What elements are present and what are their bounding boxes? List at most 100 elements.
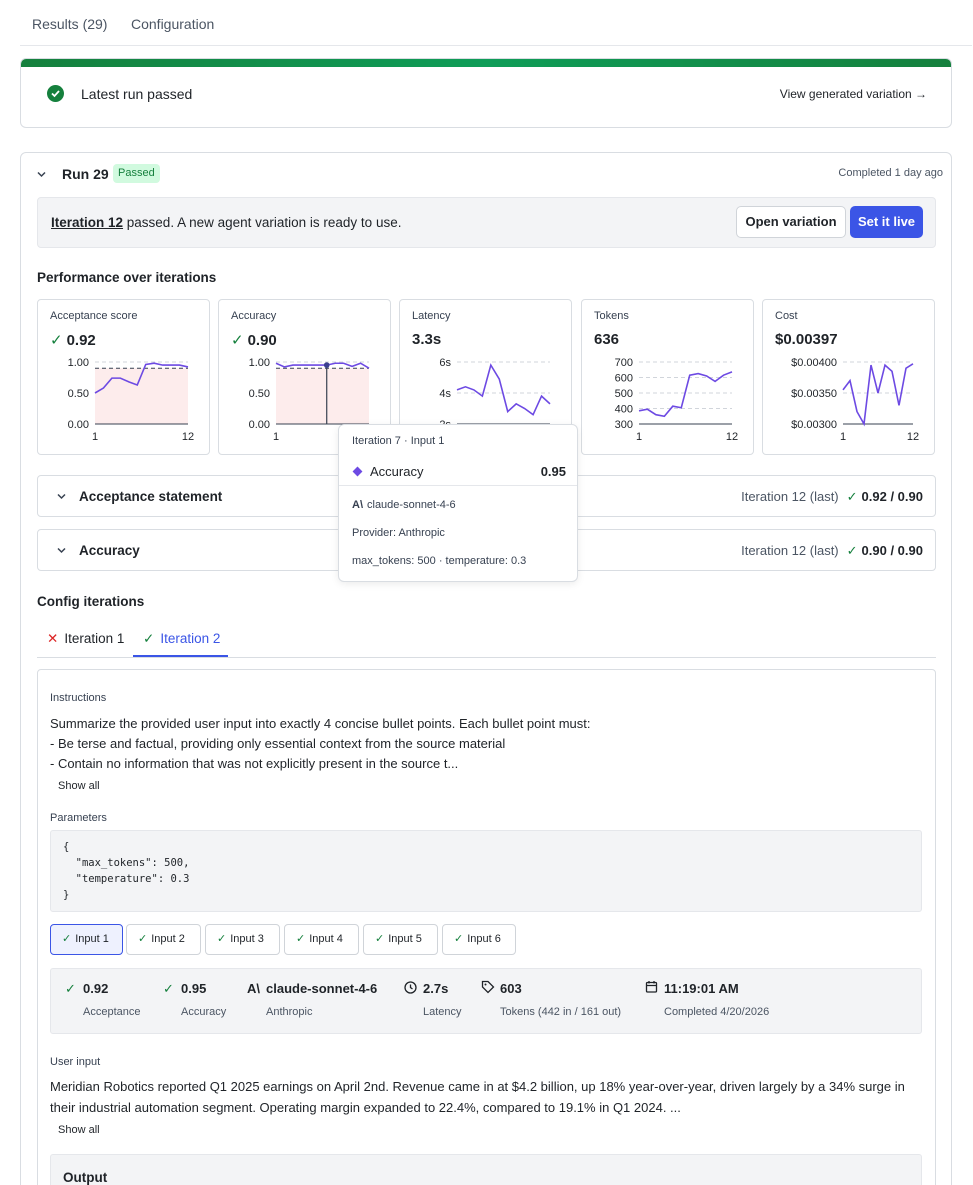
- x-icon: ✕: [47, 631, 59, 646]
- y-tick-label: 600: [615, 373, 633, 385]
- show-all-user-input[interactable]: Show all: [58, 1124, 100, 1136]
- metric-value: ✓ 0.90: [231, 331, 277, 349]
- iteration-tabs: ✕ Iteration 1 ✓ Iteration 2: [37, 623, 936, 658]
- x-tick-label: 12: [907, 431, 919, 443]
- chart-tooltip: Iteration 7 · Input 1 Accuracy 0.95 A\ cl…: [338, 424, 578, 582]
- instructions-text: Summarize the provided user input into e…: [50, 714, 920, 774]
- check-icon: ✓: [65, 981, 76, 996]
- acceptance-value: 0.92: [83, 981, 109, 996]
- status-banner: Latest run passed View generated variati…: [20, 58, 952, 128]
- hover-point: [323, 362, 330, 368]
- open-variation-button[interactable]: Open variation: [736, 206, 846, 238]
- metric-label: Tokens: [594, 310, 629, 322]
- completed-label: Completed 4/20/2026: [664, 1006, 770, 1018]
- x-tick-label: 1: [840, 431, 846, 443]
- tokens-value: 603: [500, 981, 522, 996]
- tooltip-params: max_tokens: 500 · temperature: 0.3: [352, 555, 527, 567]
- y-tick-label: $0.00400: [791, 357, 837, 369]
- notice-text: passed. A new agent variation is ready t…: [123, 215, 402, 230]
- accuracy-value: 0.95: [181, 981, 207, 996]
- metric-chart[interactable]: 700 600 500 400 3001 12: [582, 352, 755, 452]
- view-variation-link[interactable]: View generated variation →: [780, 87, 927, 101]
- check-icon: ✓: [143, 631, 155, 646]
- chevron-down-icon[interactable]: [56, 491, 67, 502]
- check-icon: ✓: [296, 933, 306, 945]
- tooltip-metric-row: Accuracy 0.95: [352, 464, 566, 479]
- run-header[interactable]: Run 29 Passed Completed 1 day ago: [21, 153, 951, 195]
- input-label: Input 4: [309, 933, 343, 945]
- input-2-button[interactable]: ✓ Input 2: [126, 924, 201, 955]
- metric-chart[interactable]: $0.00400 $0.00350 $0.003001 12: [763, 352, 936, 452]
- user-input-label: User input: [50, 1056, 101, 1068]
- y-tick-label: 1.00: [68, 357, 89, 369]
- metric-value: ✓ 0.92: [50, 331, 96, 349]
- threshold-area: [276, 368, 369, 424]
- model-provider: Anthropic: [266, 1006, 313, 1018]
- metric-value-text: 0.90: [247, 332, 277, 349]
- metric-value: 3.3s: [412, 331, 442, 348]
- tooltip-header: Iteration 7 · Input 1: [352, 435, 445, 447]
- acceptance-label: Acceptance: [83, 1006, 141, 1018]
- y-tick-label: $0.00350: [791, 388, 837, 400]
- y-tick-label: 400: [615, 404, 633, 416]
- metric-label: Cost: [775, 310, 798, 322]
- metric-label: Latency: [412, 310, 451, 322]
- y-tick-label: 300: [615, 419, 633, 431]
- accordion-summary: Iteration 12 (last) ✓ 0.92 / 0.90: [741, 489, 923, 505]
- y-tick-label: 6s: [439, 357, 451, 369]
- chevron-down-icon[interactable]: [56, 545, 67, 556]
- accordion-summary: Iteration 12 (last) ✓ 0.90 / 0.90: [741, 543, 923, 559]
- show-all-instructions[interactable]: Show all: [58, 780, 100, 792]
- check-icon: ✓: [138, 933, 148, 945]
- diamond-icon: [352, 466, 363, 477]
- completed-value: 11:19:01 AM: [664, 981, 739, 996]
- input-6-button[interactable]: ✓ Input 6: [442, 924, 516, 955]
- metric-card-cost: Cost $0.00397 $0.00400 $0.00350 $0.00300 1 1…: [762, 299, 935, 455]
- x-tick-label: 12: [726, 431, 738, 443]
- latency-value: 2.7s: [423, 981, 449, 996]
- input-label: Input 5: [388, 933, 422, 945]
- check-icon: ✓: [163, 981, 174, 996]
- series-line: [842, 363, 914, 427]
- accordion-title: Acceptance statement: [79, 489, 223, 504]
- input-label: Input 6: [467, 933, 501, 945]
- check-icon: ✓: [454, 933, 464, 945]
- check-icon: ✓: [846, 543, 858, 558]
- tab-label: Iteration 2: [160, 631, 221, 646]
- input-label: Input 2: [151, 933, 185, 945]
- series-line: [275, 362, 370, 369]
- metric-card-acceptance: Acceptance score ✓ 0.92 1.00 0.50 0.00 1 12: [37, 299, 210, 455]
- input-5-button[interactable]: ✓ Input 5: [363, 924, 438, 955]
- tab-iteration-1[interactable]: ✕ Iteration 1: [47, 631, 124, 647]
- x-tick-label: 12: [182, 431, 194, 443]
- tab-iteration-2[interactable]: ✓ Iteration 2: [133, 631, 229, 657]
- iteration-link[interactable]: Iteration 12: [51, 215, 123, 230]
- tab-configuration[interactable]: Configuration: [131, 16, 214, 32]
- accordion-title: Accuracy: [79, 543, 140, 558]
- series-line: [638, 371, 733, 418]
- metric-chart[interactable]: 1.00 0.50 0.001 12: [38, 352, 211, 452]
- output-panel: Output: [50, 1154, 922, 1185]
- anthropic-icon: A\: [352, 499, 363, 511]
- performance-title: Performance over iterations: [37, 270, 217, 285]
- anthropic-icon: A\: [247, 981, 260, 996]
- set-live-button[interactable]: Set it live: [850, 206, 923, 238]
- run-title: Run 29: [62, 166, 109, 182]
- instruction-line: - Contain no information that was not ex…: [50, 756, 459, 771]
- y-tick-label: 500: [615, 388, 633, 400]
- input-3-button[interactable]: ✓ Input 3: [205, 924, 280, 955]
- input-1-button[interactable]: ✓ Input 1: [50, 924, 123, 955]
- tooltip-model: A\ claude-sonnet-4-6: [352, 499, 456, 511]
- chevron-down-icon[interactable]: [36, 169, 47, 180]
- tokens-label: Tokens (442 in / 161 out): [500, 1006, 622, 1018]
- tab-results[interactable]: Results (29): [32, 16, 107, 32]
- variation-notice: Iteration 12 passed. A new agent variati…: [37, 197, 936, 248]
- tooltip-metric: Accuracy: [370, 464, 424, 479]
- series-line: [456, 363, 551, 416]
- progress-bar: [21, 59, 951, 67]
- metric-card-tokens: Tokens 636 700 600 500 400 300 1 12: [581, 299, 754, 455]
- latency-label: Latency: [423, 1006, 462, 1018]
- input-label: Input 1: [75, 933, 109, 945]
- input-4-button[interactable]: ✓ Input 4: [284, 924, 359, 955]
- input-label: Input 3: [230, 933, 264, 945]
